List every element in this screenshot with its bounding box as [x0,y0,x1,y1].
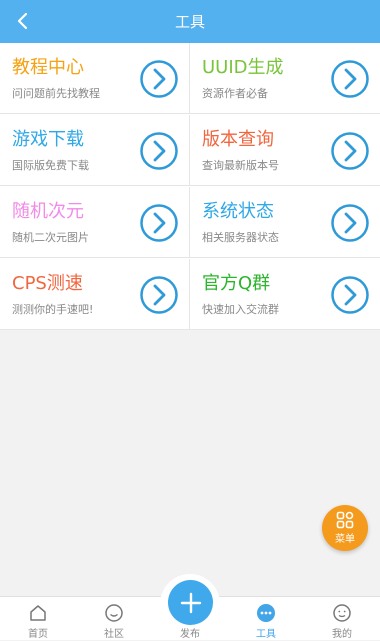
tools-grid: 教程中心 问问题前先找教程 UUID生成 资源作者必备 游戏下载 国际版免费下载… [0,43,380,330]
more-icon [257,604,275,622]
tab-label: 工具 [256,629,276,640]
tool-subtitle: 快速加入交流群 [202,303,279,316]
tool-title: 教程中心 [12,57,84,78]
menu-fab-button[interactable]: 菜单 [322,505,368,551]
chevron-left-icon [17,12,28,30]
tool-version-query[interactable]: 版本查询 查询最新版本号 [190,115,380,186]
tool-system-status[interactable]: 系统状态 相关服务器状态 [190,187,380,258]
face-icon [333,604,351,622]
tool-cps-test[interactable]: CPS测速 测测你的手速吧! [0,259,190,330]
smile-icon [105,604,123,622]
tool-game-download[interactable]: 游戏下载 国际版免费下载 [0,115,190,186]
tab-mine[interactable]: 我的 [304,597,380,641]
chevron-right-circle-icon[interactable] [330,59,370,99]
tool-subtitle: 随机二次元图片 [12,231,89,244]
menu-fab-label: 菜单 [335,534,355,545]
tool-subtitle: 查询最新版本号 [202,159,279,172]
tool-title: 系统状态 [202,201,274,222]
tool-random-anime[interactable]: 随机次元 随机二次元图片 [0,187,190,258]
chevron-right-circle-icon[interactable] [330,203,370,243]
tab-label: 我的 [332,629,352,640]
page-title: 工具 [174,13,205,31]
tool-title: 版本查询 [202,129,274,150]
chevron-right-circle-icon[interactable] [139,59,179,99]
top-bar: 工具 [0,0,380,43]
tool-subtitle: 资源作者必备 [202,87,268,100]
tool-title: 官方Q群 [202,273,271,294]
tab-tools[interactable]: 工具 [228,597,304,641]
tool-title: UUID生成 [202,57,284,78]
chevron-right-circle-icon[interactable] [330,275,370,315]
tab-community[interactable]: 社区 [76,597,152,641]
tool-title: 游戏下载 [12,129,84,150]
tool-uuid-generator[interactable]: UUID生成 资源作者必备 [190,43,380,114]
chevron-right-circle-icon[interactable] [330,131,370,171]
tab-home[interactable]: 首页 [0,597,76,641]
tab-label: 首页 [28,629,48,640]
chevron-right-circle-icon[interactable] [139,203,179,243]
tool-subtitle: 国际版免费下载 [12,159,89,172]
grid-icon [336,511,354,529]
chevron-right-circle-icon[interactable] [139,131,179,171]
tool-subtitle: 相关服务器状态 [202,231,279,244]
chevron-right-circle-icon[interactable] [139,275,179,315]
tool-title: 随机次元 [12,201,84,222]
plus-icon [180,592,201,613]
publish-button[interactable] [168,580,213,625]
tab-label: 社区 [104,629,124,640]
tool-subtitle: 测测你的手速吧! [12,303,94,316]
publish-label: 发布 [180,629,200,640]
tool-subtitle: 问问题前先找教程 [12,87,100,100]
tool-tutorial-center[interactable]: 教程中心 问问题前先找教程 [0,43,190,114]
back-button[interactable] [8,6,38,36]
home-icon [30,605,46,621]
tool-official-qq-group[interactable]: 官方Q群 快速加入交流群 [190,259,380,330]
tool-title: CPS测速 [12,273,83,294]
